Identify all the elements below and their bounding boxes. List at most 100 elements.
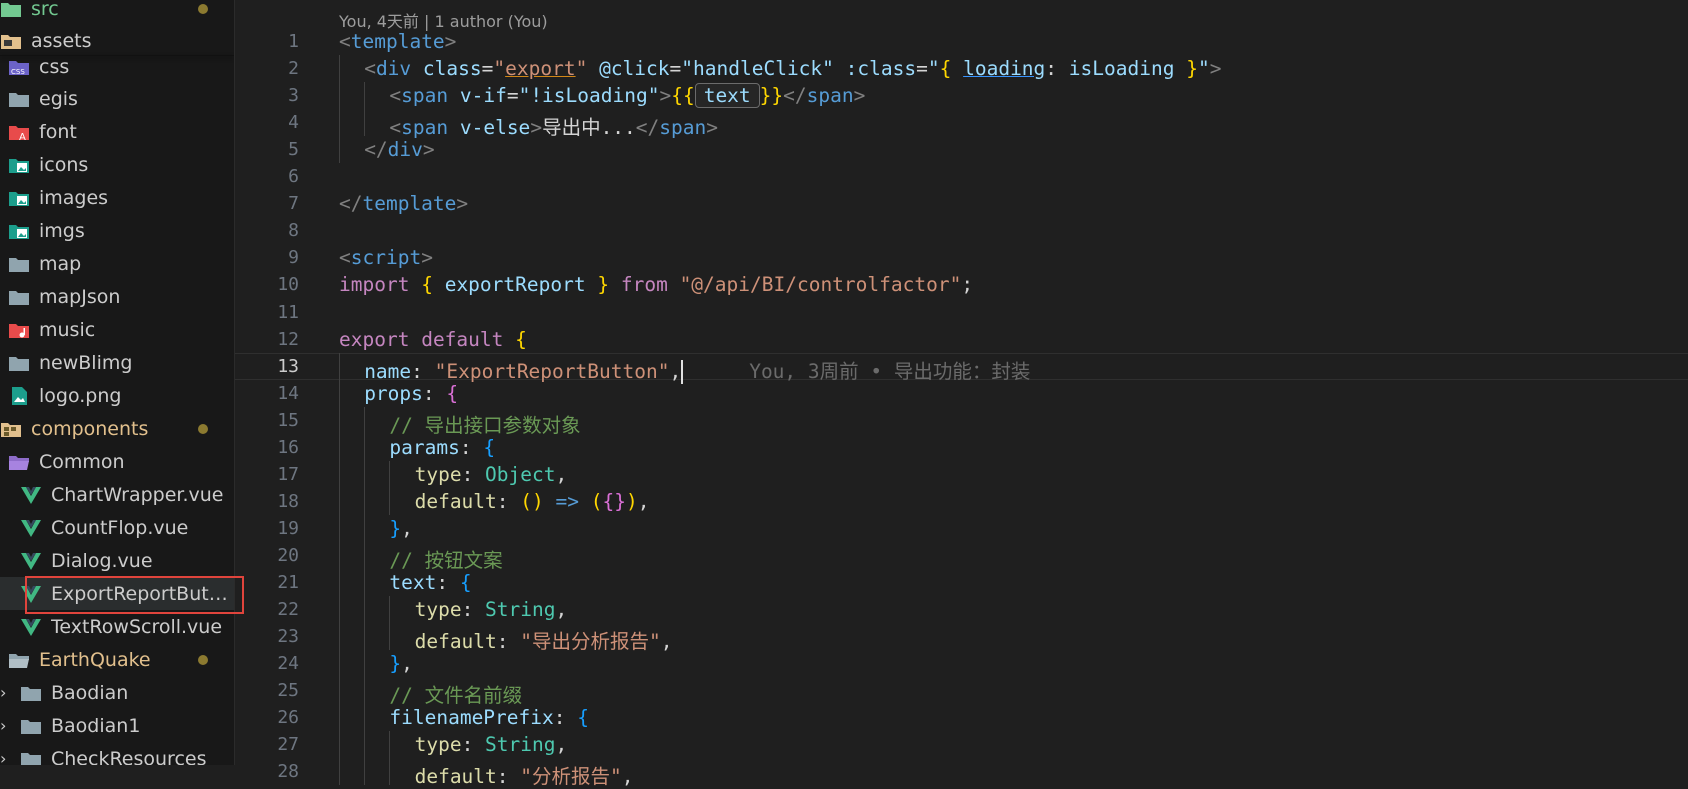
explorer-item[interactable]: music: [0, 313, 234, 346]
code-text[interactable]: default: () => ({}),: [415, 490, 650, 513]
code-line[interactable]: 8: [235, 217, 1688, 244]
indent-guide: [339, 55, 340, 83]
explorer-item[interactable]: › Baodian1: [0, 709, 234, 742]
code-text[interactable]: import { exportReport } from "@/api/BI/c…: [339, 273, 973, 296]
chevron-right-icon[interactable]: ›: [0, 716, 6, 735]
code-line[interactable]: 12 export default {: [235, 326, 1688, 353]
explorer-item[interactable]: egis: [0, 82, 234, 115]
code-line[interactable]: 11: [235, 299, 1688, 326]
svg-text:A: A: [19, 132, 26, 143]
code-text[interactable]: type: String,: [415, 598, 568, 621]
code-text[interactable]: <script>: [339, 246, 433, 269]
explorer-item-label: TextRowScroll.vue: [51, 615, 223, 638]
explorer-item-label: egis: [39, 87, 78, 110]
code-text[interactable]: </div>: [364, 138, 434, 161]
code-text[interactable]: params: {: [389, 436, 495, 459]
code-line[interactable]: 26 filenamePrefix: {: [235, 704, 1688, 732]
code-line[interactable]: 22 type: String,: [235, 596, 1688, 624]
explorer-item[interactable]: mapJson: [0, 280, 234, 313]
explorer-item-label: ChartWrapper.vue: [51, 483, 224, 506]
explorer-item[interactable]: map: [0, 247, 234, 280]
code-text[interactable]: filenamePrefix: {: [389, 706, 589, 729]
folder-icon: [8, 88, 30, 110]
code-line[interactable]: 13 name: "ExportReportButton", You, 3周前 • …: [235, 352, 1688, 385]
code-line[interactable]: 6: [235, 163, 1688, 190]
code-line[interactable]: 24},: [235, 650, 1688, 678]
code-line[interactable]: 16 params: {: [235, 433, 1688, 461]
code-text[interactable]: },: [389, 517, 413, 540]
indent-guide: [339, 136, 340, 164]
explorer-item[interactable]: › CheckResources: [0, 742, 234, 765]
explorer-item[interactable]: EarthQuake: [0, 643, 234, 676]
chevron-right-icon[interactable]: ›: [0, 683, 6, 702]
code-text[interactable]: </template>: [339, 192, 468, 215]
line-number: 16: [277, 436, 299, 458]
explorer-item-label: Dialog.vue: [51, 549, 153, 572]
line-number: 20: [277, 544, 299, 566]
folder-open-icon: [8, 649, 30, 671]
explorer-item[interactable]: Common: [0, 445, 234, 478]
folder-css-icon: CSS: [8, 56, 30, 78]
code-text[interactable]: text: {: [389, 571, 471, 594]
code-text[interactable]: },: [389, 652, 413, 675]
explorer-item[interactable]: icons: [0, 148, 234, 181]
code-line[interactable]: 19},: [235, 514, 1688, 542]
explorer-item[interactable]: components: [0, 412, 234, 445]
code-line[interactable]: 15// 导出接口参数对象: [235, 406, 1688, 437]
line-number: 2: [288, 58, 299, 80]
code-line[interactable]: 18 default: () => ({}),: [235, 487, 1688, 515]
explorer-item[interactable]: TextRowScroll.vue: [0, 610, 234, 643]
code-line[interactable]: 28 default: "分析报告",: [235, 758, 1688, 788]
explorer-item-label: components: [31, 417, 149, 440]
code-line[interactable]: 5 </div>: [235, 136, 1688, 164]
code-line[interactable]: 27 type: String,: [235, 731, 1688, 759]
code-text[interactable]: type: String,: [415, 733, 568, 756]
code-text[interactable]: <span v-if="!isLoading">{{text}}</span>: [389, 83, 865, 109]
code-line[interactable]: 4 <span v-else>导出中...</span>: [235, 109, 1688, 139]
code-line[interactable]: 10 import { exportReport } from "@/api/BI…: [235, 271, 1688, 298]
explorer-item[interactable]: ExportReportButto...: [0, 577, 234, 610]
explorer-item[interactable]: Dialog.vue: [0, 544, 234, 577]
indent-guide: [339, 379, 340, 407]
code-text[interactable]: export default {: [339, 328, 527, 351]
explorer-item[interactable]: CountFlop.vue: [0, 511, 234, 544]
code-text[interactable]: type: Object,: [415, 463, 568, 486]
explorer-item[interactable]: newBlimg: [0, 346, 234, 379]
line-number: 9: [288, 247, 299, 269]
code-line[interactable]: 25// 文件名前缀: [235, 677, 1688, 707]
code-text[interactable]: props: {: [364, 382, 458, 405]
line-number: 3: [288, 85, 299, 107]
explorer-item[interactable]: ChartWrapper.vue: [0, 478, 234, 511]
code-line[interactable]: 23 default: "导出分析报告",: [235, 623, 1688, 653]
folder-components-icon: [0, 418, 22, 440]
explorer-item[interactable]: src: [0, 0, 234, 25]
explorer-item[interactable]: logo.png: [0, 379, 234, 412]
code-line[interactable]: 21 text: {: [235, 569, 1688, 597]
code-editor[interactable]: You, 4天前 | 1 author (You) 1 <template> 2 <d…: [235, 0, 1688, 788]
indent-guide: [364, 650, 366, 678]
explorer-item[interactable]: imgs: [0, 214, 234, 247]
image-file-icon: [8, 385, 30, 407]
code-text[interactable]: <template>: [339, 30, 456, 53]
code-line[interactable]: 9 <script>: [235, 244, 1688, 271]
indent-guide: [364, 514, 366, 542]
code-line[interactable]: 3 <span v-if="!isLoading">{{text}}</span>: [235, 82, 1688, 110]
indent-guide: [389, 596, 391, 624]
explorer-item-label: newBlimg: [39, 351, 133, 374]
explorer-sidebar: src assets CSS css egis Afont icons images img…: [0, 0, 235, 765]
vue-file-icon: [20, 616, 42, 638]
code-line[interactable]: 14 props: {: [235, 379, 1688, 407]
folder-icon: [20, 715, 42, 737]
code-line[interactable]: 2 <div class="export" @click="handleClick…: [235, 55, 1688, 83]
code-line[interactable]: 17 type: Object,: [235, 460, 1688, 488]
explorer-item[interactable]: › Baodian: [0, 676, 234, 709]
explorer-item[interactable]: images: [0, 181, 234, 214]
code-line[interactable]: 7 </template>: [235, 190, 1688, 217]
explorer-item[interactable]: Afont: [0, 115, 234, 148]
code-text[interactable]: <div class="export" @click="handleClick"…: [364, 57, 1221, 80]
chevron-right-icon[interactable]: ›: [0, 749, 6, 765]
code-line[interactable]: 20// 按钮文案: [235, 541, 1688, 572]
explorer-item-label: imgs: [39, 219, 85, 242]
code-line[interactable]: 1 <template>: [235, 28, 1688, 55]
folder-images-icon: [8, 220, 30, 242]
